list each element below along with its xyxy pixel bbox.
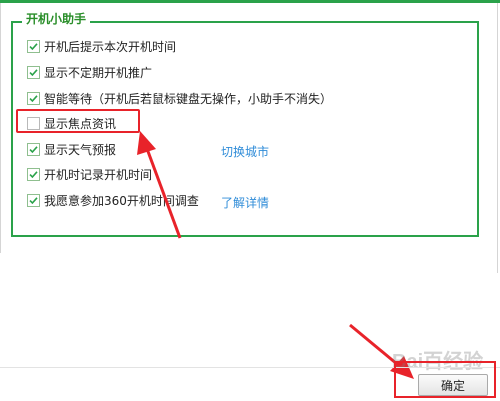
annotation-arrow-up-head: [137, 131, 156, 155]
annotation-arrow-up: [144, 145, 182, 239]
ok-button[interactable]: 确定: [418, 374, 488, 396]
annotation-arrows: [137, 131, 414, 379]
